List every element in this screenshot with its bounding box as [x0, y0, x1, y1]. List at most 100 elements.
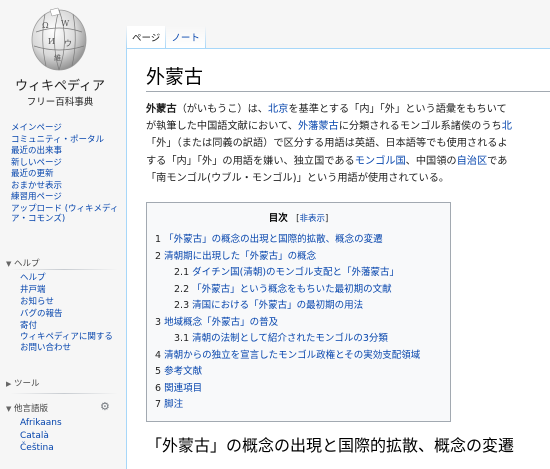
tools-portlet-header[interactable]: ▶ ツール — [6, 377, 40, 389]
toc-item-link[interactable]: 「外蒙古」の概念の出現と国際的拡散、概念の変遷 — [164, 234, 383, 245]
toc-header: 目次 [非表示] — [147, 210, 450, 224]
article-content: 外蒙古 外蒙古（がいもうこ）は、北京を基準とする「内」「外」という語彙をもちいて… — [126, 48, 550, 469]
help-item-donate[interactable]: 寄付 — [20, 320, 120, 332]
inline-link[interactable]: 北京 — [268, 104, 288, 115]
wikipedia-logo[interactable]: Ω W И ウ 維 ウィキペディア フリー百科事典 — [10, 4, 110, 114]
toc-item-link[interactable]: 清国における「外蒙古」の最初期の用法 — [192, 300, 363, 311]
toc-item[interactable]: 2 清朝期に出現した「外蒙古」の概念 — [155, 248, 316, 262]
toc-item-number: 2.2 — [174, 283, 190, 295]
toc-item[interactable]: 3.1 清朝の法制として紹介されたモンゴルの3分類 — [174, 330, 388, 344]
inline-link[interactable]: 外藩蒙古 — [298, 121, 339, 132]
tab-divider — [204, 26, 206, 48]
lead-paragraph: 外蒙古（がいもうこ）は、北京を基準とする「内」「外」という語彙をもちいて が執筆し… — [146, 101, 550, 187]
help-item-news[interactable]: お知らせ — [20, 296, 120, 308]
toc-item[interactable]: 7 脚注 — [155, 396, 183, 410]
paragraph-line: が執筆した中国語文献において、外藩蒙古に分類されるモンゴル系諸侯のうち北 — [146, 118, 550, 135]
toc-hide-link[interactable]: 非表示 — [299, 214, 325, 224]
toc-item-link[interactable]: 清朝からの独立を宣言したモンゴル政権とその実効支配領域 — [164, 350, 420, 361]
help-item-contact[interactable]: ウィキペディアに関するお問い合わせ — [20, 332, 120, 353]
main-navigation: メインページ コミュニティ・ポータル 最近の出来事 新しいページ 最近の更新 お… — [11, 123, 123, 226]
svg-text:И: И — [48, 37, 55, 46]
toc-item[interactable]: 6 関連項目 — [155, 380, 202, 394]
paragraph-text: 、中国領の — [405, 155, 457, 167]
svg-text:維: 維 — [54, 53, 61, 62]
help-header-label: ヘルプ — [14, 259, 40, 269]
toc-title: 目次 — [268, 213, 288, 224]
help-item-bug-report[interactable]: バグの報告 — [20, 308, 120, 320]
inline-link[interactable]: 北 — [502, 121, 512, 132]
toc-item[interactable]: 2.2 「外蒙古」という概念をもちいた最初期の文献 — [174, 281, 392, 295]
tools-header-label: ツール — [14, 379, 40, 389]
toc-item[interactable]: 5 参考文献 — [155, 363, 202, 377]
paragraph-line: 外蒙古（がいもうこ）は、北京を基準とする「内」「外」という語彙をもちいて — [146, 101, 550, 118]
namespace-tabs: ページ ノート — [126, 26, 206, 48]
toc-item[interactable]: 1 「外蒙古」の概念の出現と国際的拡散、概念の変遷 — [155, 231, 383, 245]
bold-term: 外蒙古 — [146, 104, 177, 115]
languages-header-label: 他言語版 — [14, 404, 49, 414]
paragraph-text: が執筆した中国語文献において、 — [146, 121, 298, 133]
tab-talk[interactable]: ノート — [166, 26, 205, 48]
paragraph-line: 「南モンゴル(ウブル・モンゴル)」という用語が使用されている。 — [146, 170, 550, 187]
collapsed-triangle-icon: ▶ — [6, 380, 12, 388]
expanded-triangle-icon: ▼ — [6, 260, 12, 268]
nav-recent-changes[interactable]: 最近の更新 — [11, 169, 123, 181]
inline-link[interactable]: モンゴル国 — [355, 156, 406, 167]
paragraph-text: であ — [487, 155, 508, 167]
lang-catala[interactable]: Català — [20, 430, 62, 443]
toc-item-number: 2.1 — [174, 267, 190, 278]
portlet-divider — [10, 269, 118, 270]
logo-tagline: フリー百科事典 — [26, 97, 94, 108]
logo-wordmark: ウィキペディア — [14, 79, 106, 94]
toc-item[interactable]: 3 地域概念「外蒙古」の普及 — [155, 314, 278, 328]
tab-page[interactable]: ページ — [127, 26, 166, 48]
nav-random-page[interactable]: おまかせ表示 — [11, 181, 123, 193]
sidebar: Ω W И ウ 維 ウィキペディア フリー百科事典 メインページ コミュニティ・… — [0, 0, 125, 453]
toc-item-link[interactable]: 脚注 — [164, 399, 183, 410]
section-heading: 「外蒙古」の概念の出現と国際的拡散、概念の変遷 — [146, 436, 515, 455]
toc-item-number: 3.1 — [174, 333, 190, 344]
table-of-contents: 目次 [非表示] 1 「外蒙古」の概念の出現と国際的拡散、概念の変遷 2 清朝期に… — [146, 202, 451, 422]
svg-text:ウ: ウ — [64, 39, 72, 48]
toc-item[interactable]: 2.1 ダイチン国(清朝)のモンゴル支配と「外藩蒙古」 — [174, 264, 399, 278]
puzzle-globe-icon: Ω W И ウ 維 — [31, 7, 87, 71]
page-title: 外蒙古 — [146, 66, 204, 88]
svg-text:Ω: Ω — [42, 21, 49, 30]
languages-portlet-header[interactable]: ▼ 他言語版 — [6, 402, 48, 414]
expanded-triangle-icon: ▼ — [6, 405, 12, 413]
nav-sandbox[interactable]: 練習用ページ — [11, 192, 123, 204]
paragraph-line: する「内」「外」の用語を嫌い、独立国であるモンゴル国、中国領の自治区であ — [146, 153, 550, 170]
paragraph-text: 「外」（または同義の訳語）で区分する用語は英語、日本語等でも使用されるよ — [146, 138, 508, 150]
lang-afrikaans[interactable]: Afrikaans — [20, 417, 62, 430]
nav-main-page[interactable]: メインページ — [11, 123, 123, 135]
toc-item-link[interactable]: 関連項目 — [164, 383, 202, 394]
help-links: ヘルプ 井戸端 お知らせ バグの報告 寄付 ウィキペディアに関するお問い合わせ — [20, 272, 120, 353]
toc-item[interactable]: 2.3 清国における「外蒙古」の最初期の用法 — [174, 297, 363, 311]
toc-item[interactable]: 4 清朝からの独立を宣言したモンゴル政権とその実効支配領域 — [155, 347, 420, 361]
help-item-village-pump[interactable]: 井戸端 — [20, 284, 120, 296]
lang-cestina[interactable]: Čeština — [20, 442, 62, 455]
nav-upload[interactable]: アップロード (ウィキメディア・コモンズ) — [11, 204, 123, 225]
toc-item-link[interactable]: 地域概念「外蒙古」の普及 — [164, 317, 278, 328]
help-item-help[interactable]: ヘルプ — [20, 272, 120, 284]
toc-item-number: 2.3 — [174, 300, 190, 311]
help-portlet-header[interactable]: ▼ ヘルプ — [6, 257, 40, 269]
paragraph-text: 「南モンゴル(ウブル・モンゴル)」という用語が使用されている。 — [146, 172, 450, 184]
gear-icon[interactable]: ⚙ — [100, 400, 110, 413]
toc-item-link[interactable]: 清朝の法制として紹介されたモンゴルの3分類 — [192, 333, 388, 344]
toc-item-link[interactable]: 清朝期に出現した「外蒙古」の概念 — [164, 251, 316, 262]
toc-item-link[interactable]: ダイチン国(清朝)のモンゴル支配と「外藩蒙古」 — [192, 267, 399, 278]
inline-link[interactable]: 自治区 — [457, 156, 488, 167]
toc-item-link[interactable]: 参考文献 — [164, 366, 202, 377]
svg-text:W: W — [61, 19, 70, 28]
portlet-divider — [10, 393, 118, 394]
paragraph-text: （がいもうこ）は、 — [176, 104, 268, 115]
paragraph-text: する「内」「外」の用語を嫌い、独立国である — [146, 155, 355, 167]
toc-hide-toggle[interactable]: [非表示] — [291, 214, 328, 224]
nav-new-pages[interactable]: 新しいページ — [11, 158, 123, 170]
nav-current-events[interactable]: 最近の出来事 — [11, 146, 123, 158]
title-divider — [146, 91, 550, 92]
paragraph-text: を基準とする「内」「外」という語彙をもちいて — [288, 104, 507, 115]
toc-item-link[interactable]: 「外蒙古」という概念をもちいた最初期の文献 — [192, 284, 392, 295]
nav-community-portal[interactable]: コミュニティ・ポータル — [11, 135, 123, 147]
language-links: Afrikaans Català Čeština — [20, 417, 62, 455]
